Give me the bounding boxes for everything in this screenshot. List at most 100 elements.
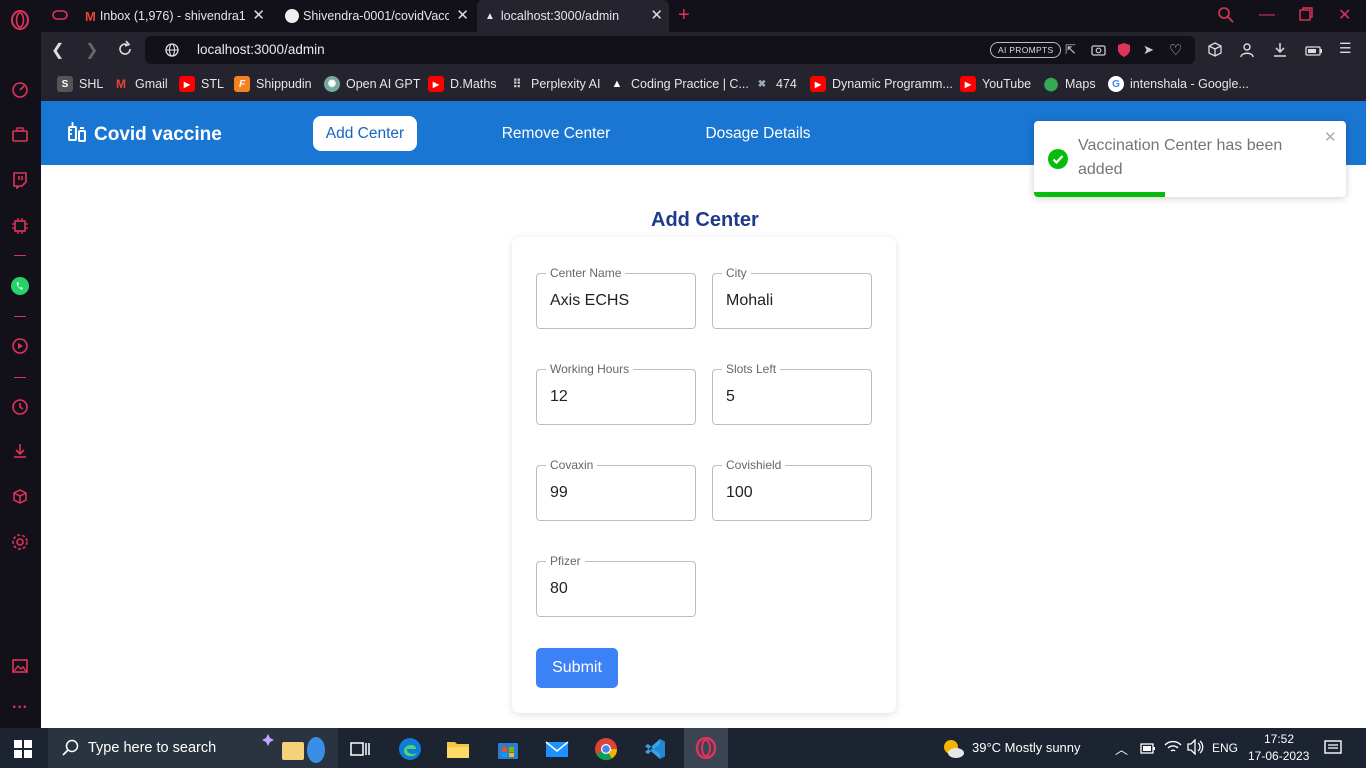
camera-icon[interactable] bbox=[1091, 43, 1106, 61]
battery-saver-icon[interactable] bbox=[1305, 44, 1323, 62]
close-tab-icon[interactable]: ✕ bbox=[252, 8, 265, 24]
address-bar[interactable]: localhost:3000/admin AI PROMPTS ⇱ ➤ ♡ bbox=[145, 36, 1195, 64]
ai-prompts-button[interactable]: AI PROMPTS bbox=[990, 42, 1062, 58]
bookmark-youtube[interactable]: ▶ YouTube bbox=[960, 75, 1031, 93]
briefcase-icon[interactable] bbox=[8, 123, 32, 147]
field-value[interactable]: 99 bbox=[550, 484, 568, 502]
bookmark-internshala[interactable]: Gintenshala - Google... bbox=[1108, 75, 1249, 93]
settings-gear-icon[interactable] bbox=[8, 530, 32, 554]
search-tabs-icon[interactable] bbox=[1217, 6, 1235, 29]
chrome-icon[interactable] bbox=[586, 734, 626, 764]
opera-logo-icon[interactable] bbox=[8, 8, 32, 32]
minimize-icon[interactable]: — bbox=[1259, 6, 1275, 24]
bookmark-label: Dynamic Programm... bbox=[832, 77, 953, 91]
tab-localhost-admin[interactable]: ▲ localhost:3000/admin ✕ bbox=[477, 0, 669, 32]
covishield-field[interactable]: Covishield 100 bbox=[712, 458, 872, 521]
bookmark-gmail[interactable]: M Gmail bbox=[113, 75, 168, 93]
close-tab-icon[interactable]: ✕ bbox=[456, 8, 469, 24]
gamepad-icon[interactable] bbox=[51, 7, 69, 28]
field-value[interactable]: 5 bbox=[726, 388, 735, 406]
downloads-icon[interactable] bbox=[8, 439, 32, 463]
bookmark-maps[interactable]: ⬤ Maps bbox=[1043, 75, 1096, 93]
field-value[interactable]: Axis ECHS bbox=[550, 292, 629, 310]
language-indicator[interactable]: ENG bbox=[1212, 741, 1238, 755]
bookmark-dynamic-programming[interactable]: ▶ Dynamic Programm... bbox=[810, 75, 953, 93]
url-text[interactable]: localhost:3000/admin bbox=[197, 42, 325, 57]
gallery-icon[interactable] bbox=[8, 654, 32, 678]
youtube-icon: ▶ bbox=[428, 76, 444, 92]
city-field[interactable]: City Mohali bbox=[712, 266, 872, 329]
new-tab-icon[interactable]: + bbox=[678, 4, 690, 27]
heart-icon[interactable]: ♡ bbox=[1169, 41, 1182, 59]
taskbar-search[interactable]: Type here to search bbox=[48, 728, 338, 768]
whatsapp-icon[interactable] bbox=[8, 274, 32, 298]
github-icon bbox=[285, 9, 299, 23]
field-value[interactable]: 12 bbox=[550, 388, 568, 406]
field-value[interactable]: 80 bbox=[550, 580, 568, 598]
youtube-icon: ▶ bbox=[960, 76, 976, 92]
history-icon[interactable] bbox=[8, 395, 32, 419]
bookmark-shippudin[interactable]: F Shippudin bbox=[234, 75, 312, 93]
weather-sun-icon[interactable] bbox=[941, 737, 965, 764]
tab-gmail[interactable]: M Inbox (1,976) - shivendra18 ✕ bbox=[77, 0, 271, 32]
nav-remove-center[interactable]: Remove Center bbox=[487, 116, 625, 151]
center-name-field[interactable]: Center Name Axis ECHS bbox=[536, 266, 696, 329]
send-icon[interactable]: ➤ bbox=[1143, 42, 1154, 58]
wifi-icon[interactable] bbox=[1164, 740, 1182, 759]
clock-date[interactable]: 17-06-2023 bbox=[1248, 749, 1309, 763]
pfizer-field[interactable]: Pfizer 80 bbox=[536, 554, 696, 617]
forward-icon[interactable]: ❯ bbox=[85, 40, 98, 60]
back-icon[interactable]: ❮ bbox=[51, 40, 64, 60]
cube-icon[interactable] bbox=[1207, 42, 1223, 63]
covaxin-field[interactable]: Covaxin 99 bbox=[536, 458, 696, 521]
bookmark-coding-practice[interactable]: ▲ Coding Practice | C... bbox=[609, 75, 749, 93]
bookmark-stl[interactable]: ▶ STL bbox=[179, 75, 224, 93]
edge-icon[interactable] bbox=[390, 734, 430, 764]
tray-expand-icon[interactable]: ︿ bbox=[1115, 739, 1128, 758]
clock-time[interactable]: 17:52 bbox=[1264, 732, 1294, 746]
chip-icon[interactable] bbox=[8, 214, 32, 238]
mail-icon[interactable] bbox=[537, 734, 577, 764]
more-icon[interactable]: ··· bbox=[8, 696, 32, 720]
extensions-cube-icon[interactable] bbox=[8, 485, 32, 509]
brand[interactable]: Covid vaccine bbox=[67, 121, 222, 149]
microsoft-store-icon[interactable] bbox=[488, 734, 528, 764]
slots-left-field[interactable]: Slots Left 5 bbox=[712, 362, 872, 425]
tab-github[interactable]: Shivendra-0001/covidVacci ✕ bbox=[277, 0, 475, 32]
notifications-icon[interactable] bbox=[1324, 740, 1342, 761]
speed-dial-icon[interactable] bbox=[8, 78, 32, 102]
bookmark-dmaths[interactable]: ▶ D.Maths bbox=[428, 75, 497, 93]
menu-icon[interactable]: ☰ bbox=[1339, 40, 1352, 57]
restore-icon[interactable] bbox=[1299, 7, 1313, 26]
file-explorer-icon[interactable] bbox=[438, 734, 478, 764]
opera-taskbar-icon[interactable] bbox=[684, 728, 728, 768]
close-tab-icon[interactable]: ✕ bbox=[650, 8, 663, 24]
close-window-icon[interactable]: ✕ bbox=[1338, 5, 1351, 25]
profile-icon[interactable] bbox=[1240, 42, 1254, 63]
task-view-icon[interactable] bbox=[340, 734, 380, 764]
working-hours-field[interactable]: Working Hours 12 bbox=[536, 362, 696, 425]
field-value[interactable]: Mohali bbox=[726, 292, 773, 310]
reload-icon[interactable] bbox=[117, 40, 133, 63]
bookmark-openai[interactable]: ✺ Open AI GPT bbox=[324, 75, 420, 93]
weather-text[interactable]: 39°C Mostly sunny bbox=[972, 740, 1081, 755]
battery-icon[interactable] bbox=[1140, 742, 1156, 760]
toast-close-icon[interactable]: ✕ bbox=[1324, 128, 1337, 146]
vscode-icon[interactable] bbox=[635, 734, 675, 764]
bookmark-474[interactable]: ✖ 474 bbox=[754, 75, 797, 93]
bookmark-shl[interactable]: S SHL bbox=[57, 75, 103, 93]
download-icon[interactable] bbox=[1272, 42, 1288, 63]
player-icon[interactable] bbox=[8, 334, 32, 358]
bookmark-perplexity[interactable]: ⠿ Perplexity AI bbox=[509, 75, 601, 93]
volume-icon[interactable] bbox=[1187, 738, 1205, 760]
field-value[interactable]: 100 bbox=[726, 484, 753, 502]
nav-dosage-details[interactable]: Dosage Details bbox=[691, 116, 825, 151]
nav-add-center[interactable]: Add Center bbox=[313, 116, 417, 151]
twitch-icon[interactable] bbox=[8, 168, 32, 192]
submit-button[interactable]: Submit bbox=[536, 648, 618, 688]
adblock-shield-icon[interactable] bbox=[1117, 42, 1131, 63]
windows-start-icon[interactable] bbox=[14, 740, 32, 763]
success-toast[interactable]: Vaccination Center has been added ✕ bbox=[1034, 121, 1346, 197]
share-icon[interactable]: ⇱ bbox=[1065, 42, 1076, 58]
tab-title: localhost:3000/admin bbox=[500, 9, 620, 23]
